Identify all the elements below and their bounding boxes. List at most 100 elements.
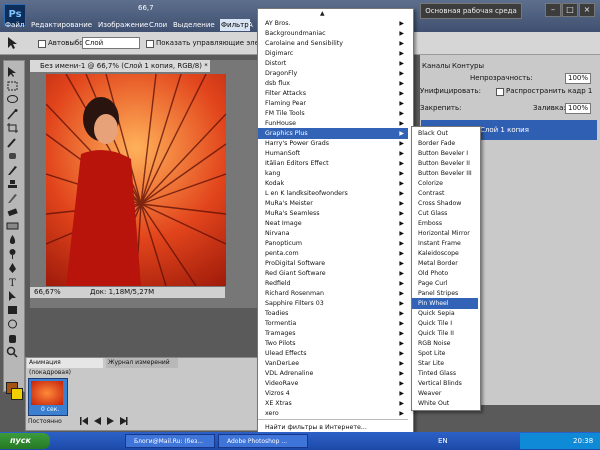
eraser-icon[interactable]: [5, 206, 20, 218]
crop-tool-icon[interactable]: [5, 122, 20, 134]
history-brush-icon[interactable]: [5, 192, 20, 204]
tab-channels[interactable]: Каналы: [422, 62, 450, 70]
filter-menu-item-label: Itālian Editors Effect: [265, 160, 329, 167]
brush-tool-icon[interactable]: [5, 164, 20, 176]
submenu-item[interactable]: White Out: [412, 398, 478, 409]
type-tool-icon[interactable]: T: [5, 276, 20, 289]
image-canvas[interactable]: [46, 74, 226, 286]
filter-menu-item-label: Nirvana: [265, 230, 290, 237]
layer-select[interactable]: Слой: [82, 37, 140, 49]
doc-size: Док: 1,18М/5,27М: [90, 288, 155, 296]
menu-filter[interactable]: Фильтр: [220, 19, 250, 31]
move-tool-icon[interactable]: [6, 36, 20, 50]
filter-menu-item-label: Filter Attacks: [265, 90, 306, 97]
language-indicator[interactable]: EN: [438, 437, 448, 445]
opacity-label: Непрозрачность:: [470, 74, 533, 82]
filter-menu-item-label: Kodak: [265, 180, 285, 187]
filter-menu-item-label: Panopticum: [265, 240, 303, 247]
menu-edit[interactable]: Редактирование: [30, 19, 93, 31]
clone-stamp-icon[interactable]: [5, 178, 20, 190]
workspace-button[interactable]: Основная рабочая среда: [420, 3, 522, 19]
pinwheel-image: [46, 74, 226, 286]
filter-menu-item-label: Richard Rosenman: [265, 290, 324, 297]
unify-label: Унифицировать:: [420, 87, 481, 95]
prev-frame-icon[interactable]: [93, 417, 102, 425]
pen-tool-icon[interactable]: [5, 262, 20, 274]
close-button[interactable]: ×: [579, 3, 595, 17]
eyedropper-icon[interactable]: [5, 136, 20, 148]
fill-field[interactable]: 100%: [565, 103, 591, 114]
document-tab[interactable]: Без имени-1 @ 66,7% (Слой 1 копия, RGB/8…: [30, 60, 210, 72]
scroll-up-icon[interactable]: ▲: [320, 10, 325, 17]
filter-menu-item-label: Red Giant Software: [265, 270, 326, 277]
loop-select[interactable]: Постоянно: [28, 418, 62, 425]
filter-menu-item-label: Tramages: [265, 330, 296, 337]
lasso-tool-icon[interactable]: [5, 94, 20, 106]
filter-menu-item-label: VanDerLee: [265, 360, 300, 367]
filter-menu-item-label: VideoRave: [265, 380, 299, 387]
autoselect-checkbox[interactable]: [38, 40, 46, 48]
opacity-field[interactable]: 100%: [565, 73, 591, 84]
filter-menu-item-label: Flaming Pear: [265, 100, 306, 107]
filter-menu-item-label: Sapphire Filters 03: [265, 300, 324, 307]
tab-paths[interactable]: Контуры: [452, 62, 484, 70]
menu-image[interactable]: Изображение: [97, 19, 149, 31]
taskbar-item-photoshop[interactable]: Adobe Photoshop ...: [218, 434, 308, 448]
filter-menu-item-label: FM Tile Tools: [265, 110, 305, 117]
minimize-button[interactable]: –: [545, 3, 561, 17]
marquee-tool-icon[interactable]: [5, 80, 20, 92]
menu-analysis[interactable]: А: [247, 19, 254, 31]
propagate-checkbox[interactable]: [496, 88, 504, 96]
frame-thumbnail: [31, 381, 63, 405]
zoom-level[interactable]: 66,7: [138, 4, 154, 12]
svg-text:T: T: [9, 278, 16, 288]
filter-menu-item-label: kang: [265, 170, 281, 177]
filter-menu-item-label: AY Bros.: [265, 20, 291, 27]
filter-menu-item-label: MuRa's Meister: [265, 200, 313, 207]
document-status-bar: 66,67% Док: 1,18М/5,27М: [30, 287, 225, 298]
show-controls-checkbox[interactable]: [146, 40, 154, 48]
filter-menu-item-label: DragonFly: [265, 70, 298, 77]
submenu-arrow-icon: ▶: [399, 410, 404, 417]
hand-tool-icon[interactable]: [5, 332, 20, 344]
filter-menu-item-label: Harry's Power Grads: [265, 140, 330, 147]
filter-menu-item[interactable]: xero ▶: [258, 408, 408, 419]
layer-name: Слой 1 копия: [480, 126, 529, 134]
menu-select[interactable]: Выделение: [172, 19, 216, 31]
lock-label: Закрепить:: [420, 104, 462, 112]
healing-brush-icon[interactable]: [5, 150, 20, 162]
path-selection-icon[interactable]: [5, 290, 20, 302]
start-button[interactable]: пуск: [0, 433, 50, 449]
propagate-label: Распространить кадр 1: [506, 87, 593, 95]
3d-rotate-icon[interactable]: [5, 318, 20, 330]
blur-tool-icon[interactable]: [5, 234, 20, 246]
next-frame-icon[interactable]: [119, 417, 128, 425]
menu-file[interactable]: Файл: [4, 19, 25, 31]
filter-menu-item-label: XE Xtras: [265, 400, 292, 407]
filter-menu-item-label: Tormentia: [265, 320, 297, 327]
filter-menu-item-label: VDL Adrenaline: [265, 370, 314, 377]
frame-delay[interactable]: 0 сек.: [41, 406, 59, 413]
gradient-tool-icon[interactable]: [5, 220, 20, 232]
tab-animation[interactable]: Анимация (покадровая): [27, 358, 103, 376]
play-icon[interactable]: [106, 417, 115, 425]
first-frame-icon[interactable]: [80, 417, 89, 425]
filter-menu-item-label: penta.com: [265, 250, 299, 257]
tab-measurement-log[interactable]: Журнал измерений: [106, 358, 178, 368]
filter-menu-item-label: Neat Image: [265, 220, 302, 227]
filter-menu-item-label: xero: [265, 410, 279, 417]
taskbar-item-browser[interactable]: Блоги@Mail.Ru: (без...: [125, 434, 215, 448]
background-color-swatch[interactable]: [11, 388, 23, 400]
filter-menu-item-label: Toadies: [265, 310, 289, 317]
maximize-button[interactable]: □: [562, 3, 578, 17]
shape-tool-icon[interactable]: [5, 304, 20, 316]
zoom-tool-icon[interactable]: [5, 346, 20, 358]
menu-divider: [258, 419, 408, 420]
dodge-tool-icon[interactable]: [5, 248, 20, 260]
magic-wand-icon[interactable]: [5, 108, 20, 120]
zoom-percent[interactable]: 66,67%: [34, 287, 61, 298]
menu-layers[interactable]: Слои: [148, 19, 168, 31]
filter-menu-item-label: MuRa's Seamless: [265, 210, 320, 217]
move-tool-icon[interactable]: [5, 66, 20, 78]
filter-menu-item-label: FunHouse: [265, 120, 296, 127]
